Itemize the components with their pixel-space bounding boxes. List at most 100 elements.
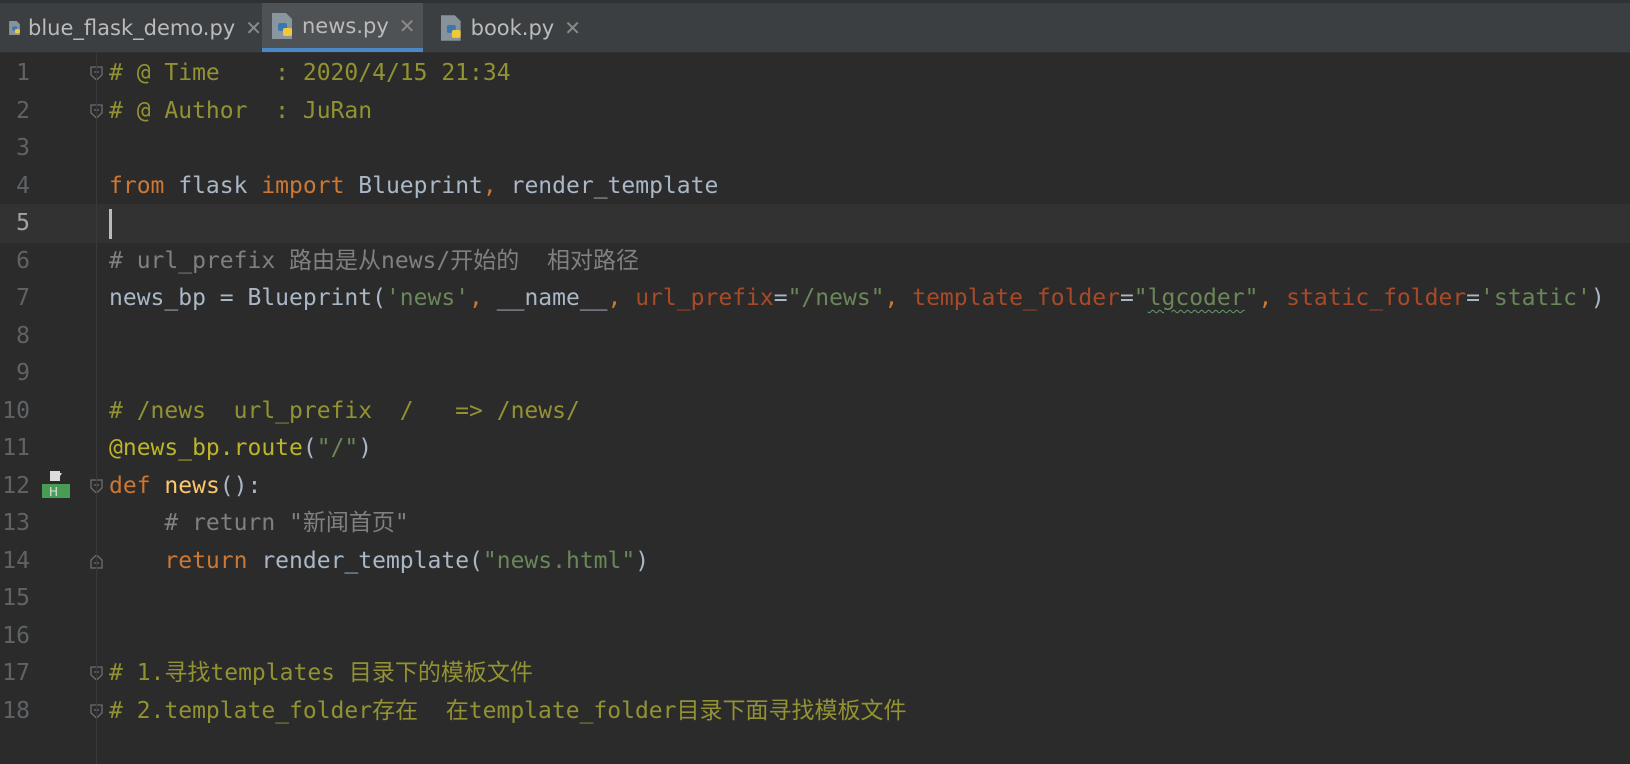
- code-text[interactable]: # 2.template_folder存在 在template_folder目录…: [109, 692, 907, 731]
- code-token: "/news": [787, 285, 885, 311]
- code-token: 'static': [1480, 285, 1591, 311]
- code-text[interactable]: return render_template("news.html"): [109, 542, 649, 581]
- code-line[interactable]: 11 @news_bp.route("/"): [0, 429, 1630, 468]
- code-text[interactable]: # /news url_prefix / => /news/: [109, 392, 580, 431]
- code-line[interactable]: 15: [0, 579, 1630, 618]
- line-number[interactable]: 11: [0, 429, 30, 468]
- code-token: import: [261, 172, 345, 199]
- code-line[interactable]: 9: [0, 354, 1630, 393]
- line-number[interactable]: 17: [0, 654, 30, 693]
- tab-news[interactable]: news.py ✕: [262, 3, 423, 52]
- code-token: # 2.template_folder存在 在template_folder目录…: [109, 697, 907, 724]
- code-token: __name__: [496, 285, 608, 311]
- svg-text:H: H: [49, 485, 58, 499]
- code-text[interactable]: [109, 204, 112, 243]
- code-line[interactable]: 3: [0, 129, 1630, 168]
- code-token: ,: [469, 285, 497, 311]
- tab-label: book.py: [470, 15, 555, 40]
- code-line[interactable]: 13 # return "新闻首页": [0, 504, 1630, 543]
- code-token: =: [1466, 285, 1481, 311]
- line-number[interactable]: 15: [0, 579, 30, 618]
- line-number[interactable]: 1: [0, 54, 30, 93]
- code-line[interactable]: 17 # 1.寻找templates 目录下的模板文件: [0, 654, 1630, 693]
- code-token: Blueprint: [344, 172, 483, 199]
- code-token: ): [358, 435, 373, 461]
- line-number[interactable]: 14: [0, 542, 30, 581]
- code-line[interactable]: 16: [0, 617, 1630, 656]
- code-line[interactable]: 1 # @ Time : 2020/4/15 21:34: [0, 54, 1630, 93]
- code-line[interactable]: 5: [0, 204, 1630, 243]
- code-line[interactable]: 4 from flask import Blueprint, render_tem…: [0, 167, 1630, 206]
- code-line[interactable]: 8: [0, 317, 1630, 356]
- line-number[interactable]: 5: [0, 204, 30, 243]
- close-icon[interactable]: ✕: [245, 16, 262, 40]
- code-token: =: [1119, 285, 1134, 311]
- code-token: from: [109, 172, 165, 199]
- code-line[interactable]: 7 news_bp = Blueprint('news', __name__, u…: [0, 279, 1630, 318]
- code-line[interactable]: 2 # @ Author : JuRan: [0, 92, 1630, 131]
- line-number[interactable]: 4: [0, 167, 30, 206]
- code-token: template_folder: [912, 285, 1120, 311]
- code-editor[interactable]: 1 # @ Time : 2020/4/15 21:34 2 # @ Author :…: [0, 53, 1630, 764]
- code-text[interactable]: # return "新闻首页": [109, 504, 408, 543]
- route-handler-gutter-icon[interactable]: H: [42, 469, 70, 501]
- code-token: static_folder: [1286, 285, 1467, 311]
- text-caret: [109, 208, 112, 239]
- line-number[interactable]: 16: [0, 617, 30, 656]
- line-number[interactable]: 13: [0, 504, 30, 543]
- code-token: # 1.寻找templates 目录下的模板文件: [109, 660, 533, 686]
- code-token: url_prefix: [635, 285, 774, 311]
- code-line[interactable]: 12 Hdef news():: [0, 467, 1630, 506]
- line-number[interactable]: 6: [0, 242, 30, 281]
- tab-label: news.py: [302, 13, 389, 38]
- code-token: ": [1244, 285, 1259, 311]
- code-token: @news_bp.route: [109, 435, 303, 461]
- code-token: def: [109, 472, 151, 499]
- code-line[interactable]: 18 # 2.template_folder存在 在template_folder…: [0, 692, 1630, 731]
- code-token: # @ Author : JuRan: [109, 97, 373, 124]
- indent-guide: [96, 53, 97, 764]
- code-token: "news.html": [482, 547, 636, 574]
- line-number[interactable]: 10: [0, 392, 30, 431]
- tab-blue-flask-demo[interactable]: blue_flask_demo.py ✕: [0, 3, 262, 52]
- code-token: ():: [219, 472, 262, 499]
- code-text[interactable]: news_bp = Blueprint('news', __name__, ur…: [109, 279, 1605, 318]
- code-line[interactable]: 6 # url_prefix 路由是从news/开始的 相对路径: [0, 242, 1630, 281]
- code-token: render_template: [496, 172, 719, 199]
- code-token: news_bp = Blueprint(: [109, 285, 386, 311]
- python-file-icon: [9, 20, 20, 35]
- code-token: ): [635, 547, 650, 574]
- line-number[interactable]: 2: [0, 92, 30, 131]
- close-icon[interactable]: ✕: [399, 14, 416, 38]
- code-text[interactable]: # @ Time : 2020/4/15 21:34: [109, 54, 511, 93]
- python-file-icon: [272, 12, 292, 39]
- line-number[interactable]: 3: [0, 129, 30, 168]
- code-text[interactable]: def news():: [109, 467, 261, 506]
- code-token: # url_prefix 路由是从news/开始的 相对路径: [109, 247, 639, 274]
- code-token: ,: [607, 285, 636, 311]
- code-text[interactable]: from flask import Blueprint, render_temp…: [109, 167, 718, 206]
- python-file-icon: [440, 14, 461, 41]
- code-text[interactable]: # @ Author : JuRan: [109, 92, 372, 131]
- line-number[interactable]: 9: [0, 354, 30, 393]
- tab-label: blue_flask_demo.py: [28, 15, 236, 40]
- code-token: render_template(: [247, 547, 483, 574]
- line-number[interactable]: 12: [0, 467, 30, 506]
- code-line[interactable]: 14 return render_template("news.html"): [0, 542, 1630, 581]
- tab-book[interactable]: book.py ✕: [431, 3, 581, 52]
- code-token: flask: [164, 172, 262, 199]
- code-line[interactable]: 10 # /news url_prefix / => /news/: [0, 392, 1630, 431]
- code-token: return: [164, 547, 248, 574]
- close-icon[interactable]: ✕: [564, 16, 581, 40]
- code-text[interactable]: # url_prefix 路由是从news/开始的 相对路径: [109, 242, 639, 281]
- line-number[interactable]: 8: [0, 317, 30, 356]
- code-token: news: [164, 472, 220, 499]
- line-number[interactable]: 7: [0, 279, 30, 318]
- line-number[interactable]: 18: [0, 692, 30, 731]
- code-token: ): [1590, 285, 1605, 311]
- code-token: (: [302, 435, 317, 461]
- code-text[interactable]: @news_bp.route("/"): [109, 429, 372, 468]
- code-text[interactable]: # 1.寻找templates 目录下的模板文件: [109, 654, 533, 693]
